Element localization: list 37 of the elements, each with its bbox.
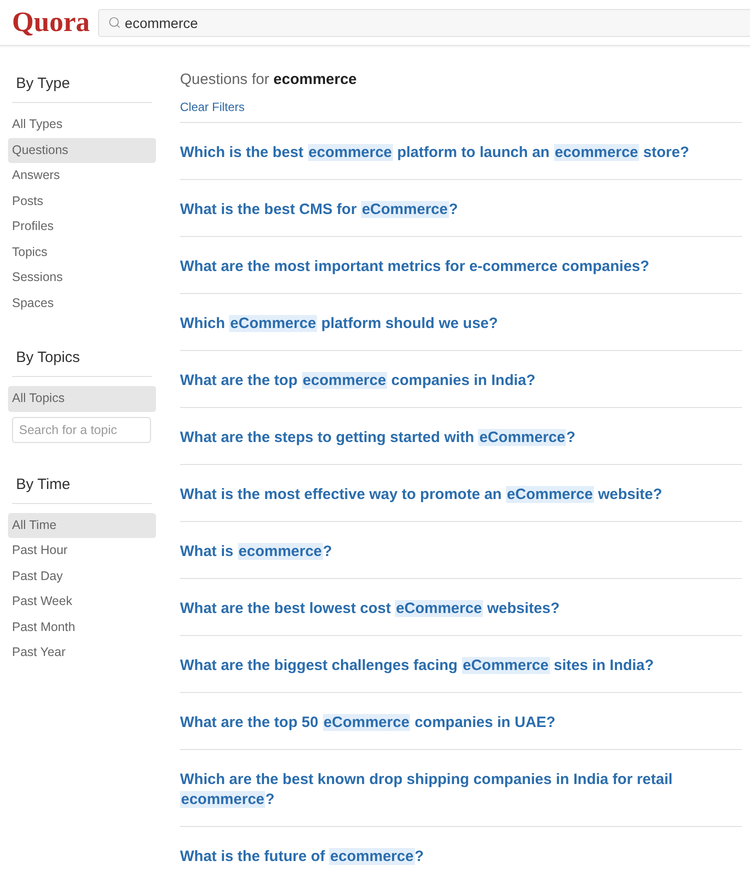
- question-link[interactable]: What are the top 50 eCommerce companies in UAE?: [180, 713, 556, 733]
- question-link[interactable]: What is the future of ecommerce?: [180, 847, 424, 867]
- topic-search-field[interactable]: Search for a topic: [12, 416, 151, 442]
- section-heading: By Time: [12, 474, 152, 504]
- filter-item[interactable]: All Topics: [8, 386, 156, 412]
- question-link[interactable]: What is the best CMS for eCommerce?: [180, 200, 458, 220]
- clear-filters-link[interactable]: Clear Filters: [180, 99, 245, 115]
- question-link[interactable]: What are the most important metrics for e-commerce companies?: [180, 257, 650, 277]
- filter-item[interactable]: Questions: [8, 138, 156, 163]
- search-icon: [108, 16, 121, 29]
- filter-item[interactable]: All Time: [8, 512, 156, 538]
- filter-item[interactable]: Past Week: [8, 589, 156, 614]
- question-link[interactable]: What is the most effective way to promote an eCommerce website?: [180, 485, 662, 505]
- filter-item[interactable]: Sessions: [8, 265, 156, 290]
- filter-item[interactable]: Answers: [8, 163, 156, 188]
- question-link[interactable]: Which are the best known drop shipping companies in India for retail ecommerce?: [180, 770, 742, 810]
- filter-item[interactable]: Topics: [8, 240, 156, 265]
- question-link[interactable]: What are the best lowest cost eCommerce websites?: [180, 599, 560, 619]
- filter-item[interactable]: Past Hour: [8, 538, 156, 564]
- question-link[interactable]: What are the top ecommerce companies in India?: [180, 371, 536, 391]
- question-link[interactable]: What is ecommerce?: [180, 542, 332, 562]
- filter-item[interactable]: Past Day: [8, 564, 156, 589]
- filter-item[interactable]: Spaces: [8, 290, 156, 316]
- section-heading: By Type: [12, 74, 152, 103]
- question-link[interactable]: Which is the best ecommerce platform to launch an ecommerce store?: [180, 143, 690, 163]
- question-link[interactable]: Which eCommerce platform should we use?: [180, 314, 498, 334]
- logo[interactable]: Quora: [12, 8, 90, 36]
- question-link[interactable]: What are the biggest challenges facing eCommerce sites in India?: [180, 656, 654, 676]
- question-link[interactable]: What are the steps to getting started with eCommerce?: [180, 428, 576, 448]
- section-heading: By Topics: [12, 348, 152, 377]
- filter-item[interactable]: Past Month: [8, 614, 156, 640]
- filter-item[interactable]: Posts: [8, 188, 156, 214]
- filter-item[interactable]: All Types: [8, 112, 156, 138]
- filter-item[interactable]: Profiles: [8, 214, 156, 240]
- results-heading: Questions for ecommerce: [180, 70, 358, 90]
- filter-item[interactable]: Past Year: [8, 640, 156, 666]
- search-field[interactable]: ecommerce: [98, 8, 750, 36]
